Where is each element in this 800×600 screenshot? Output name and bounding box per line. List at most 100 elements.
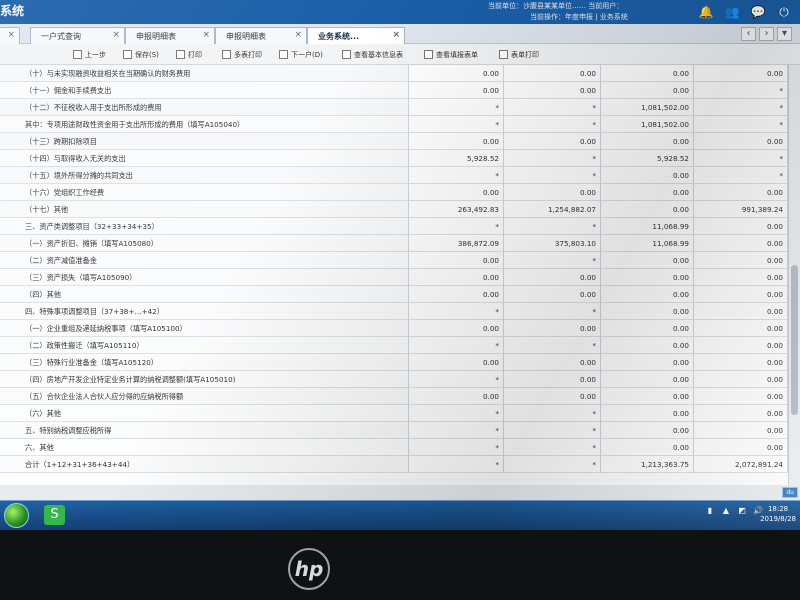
close-icon[interactable]: ×: [112, 30, 120, 40]
power-icon[interactable]: ⏻: [776, 4, 792, 20]
cell-c4[interactable]: 0.00: [694, 269, 788, 286]
multi-print-button[interactable]: 多表打印: [222, 47, 262, 62]
cell-c3[interactable]: 1,081,502.00: [601, 116, 694, 133]
battery-icon[interactable]: ▮: [704, 505, 716, 517]
cell-c4[interactable]: 0.00: [694, 252, 788, 269]
cell-c4[interactable]: *: [694, 116, 788, 133]
cell-c1[interactable]: 0.00: [409, 252, 504, 269]
cell-c2[interactable]: *: [504, 252, 601, 269]
cell-c4[interactable]: 0.00: [694, 371, 788, 388]
cell-c4[interactable]: 0.00: [694, 405, 788, 422]
cell-c3[interactable]: 0.00: [601, 371, 694, 388]
tab-business-system[interactable]: 业务系统... ×: [307, 27, 405, 44]
cell-c2[interactable]: *: [504, 303, 601, 320]
cell-c1[interactable]: *: [409, 167, 504, 184]
cell-c4[interactable]: 0.00: [694, 337, 788, 354]
cell-c3[interactable]: 0.00: [601, 439, 694, 456]
previous-step-button[interactable]: 上一步: [73, 47, 106, 62]
cell-c3[interactable]: 0.00: [601, 82, 694, 99]
cell-c3[interactable]: 11,068.99: [601, 235, 694, 252]
print-button[interactable]: 打印: [176, 47, 202, 62]
cell-c2[interactable]: *: [504, 218, 601, 235]
cell-c1[interactable]: *: [409, 99, 504, 116]
cell-c3[interactable]: 0.00: [601, 388, 694, 405]
cell-c2[interactable]: 0.00: [504, 184, 601, 201]
cell-c2[interactable]: 0.00: [504, 354, 601, 371]
cell-c2[interactable]: *: [504, 337, 601, 354]
network-icon[interactable]: ◩: [736, 505, 748, 517]
cell-c3[interactable]: 0.00: [601, 286, 694, 303]
cell-c3[interactable]: 1,213,363.75: [601, 456, 694, 473]
cell-c4[interactable]: 0.00: [694, 235, 788, 252]
cell-c3[interactable]: 0.00: [601, 320, 694, 337]
tab-partial[interactable]: ×: [0, 27, 20, 44]
cell-c3[interactable]: 11,068.99: [601, 218, 694, 235]
tab-household-query[interactable]: 一户式查询 ×: [30, 27, 125, 44]
cell-c1[interactable]: *: [409, 337, 504, 354]
cell-c2[interactable]: *: [504, 422, 601, 439]
view-form-button[interactable]: 查看填报表单: [424, 47, 478, 62]
cell-c4[interactable]: 0.00: [694, 303, 788, 320]
cell-c2[interactable]: *: [504, 167, 601, 184]
cell-c3[interactable]: 0.00: [601, 405, 694, 422]
next-household-button[interactable]: 下一户(D): [279, 47, 323, 62]
cell-c4[interactable]: 0.00: [694, 388, 788, 405]
cell-c2[interactable]: *: [504, 456, 601, 473]
bell-icon[interactable]: 🔔: [698, 4, 714, 20]
cell-c3[interactable]: 0.00: [601, 269, 694, 286]
cell-c4[interactable]: 0.00: [694, 422, 788, 439]
cell-c4[interactable]: 991,389.24: [694, 201, 788, 218]
cell-c2[interactable]: *: [504, 405, 601, 422]
start-button[interactable]: [4, 503, 29, 528]
view-basic-info-button[interactable]: 查看基本信息表: [342, 47, 403, 62]
taskbar-clock[interactable]: 18:28 2019/8/28: [760, 504, 796, 524]
cell-c1[interactable]: 0.00: [409, 82, 504, 99]
cell-c1[interactable]: *: [409, 218, 504, 235]
cell-c4[interactable]: 0.00: [694, 133, 788, 150]
cell-c3[interactable]: 0.00: [601, 184, 694, 201]
cell-c1[interactable]: *: [409, 303, 504, 320]
cell-c2[interactable]: *: [504, 99, 601, 116]
close-icon[interactable]: ×: [392, 30, 400, 40]
cell-c4[interactable]: *: [694, 167, 788, 184]
more-tabs-icon[interactable]: ▾: [777, 27, 792, 41]
close-icon[interactable]: ×: [202, 30, 210, 40]
tab-declaration-detail-2[interactable]: 申报明细表 ×: [215, 27, 307, 44]
cell-c2[interactable]: 0.00: [504, 388, 601, 405]
cell-c2[interactable]: 1,254,882.07: [504, 201, 601, 218]
cell-c2[interactable]: *: [504, 150, 601, 167]
message-icon[interactable]: 💬: [750, 4, 766, 20]
cell-c2[interactable]: 375,803.10: [504, 235, 601, 252]
cell-c3[interactable]: 0.00: [601, 201, 694, 218]
cell-c1[interactable]: 0.00: [409, 286, 504, 303]
cell-c1[interactable]: 0.00: [409, 65, 504, 82]
cell-c1[interactable]: 263,492.83: [409, 201, 504, 218]
cell-c1[interactable]: *: [409, 405, 504, 422]
cell-c1[interactable]: 0.00: [409, 388, 504, 405]
cell-c2[interactable]: 0.00: [504, 65, 601, 82]
cell-c4[interactable]: *: [694, 82, 788, 99]
cell-c1[interactable]: 0.00: [409, 354, 504, 371]
cell-c2[interactable]: 0.00: [504, 269, 601, 286]
cell-c3[interactable]: 0.00: [601, 133, 694, 150]
chevron-left-icon[interactable]: ‹: [741, 27, 756, 41]
cell-c2[interactable]: 0.00: [504, 286, 601, 303]
arrow-up-icon[interactable]: ▲: [720, 505, 732, 517]
cell-c2[interactable]: *: [504, 116, 601, 133]
cell-c1[interactable]: *: [409, 116, 504, 133]
close-icon[interactable]: ×: [7, 30, 15, 40]
cell-c4[interactable]: 0.00: [694, 439, 788, 456]
scrollbar-thumb[interactable]: [791, 265, 798, 415]
cell-c3[interactable]: 0.00: [601, 303, 694, 320]
cell-c1[interactable]: *: [409, 439, 504, 456]
cell-c1[interactable]: *: [409, 422, 504, 439]
cell-c2[interactable]: 0.00: [504, 320, 601, 337]
cell-c3[interactable]: 0.00: [601, 422, 694, 439]
cell-c3[interactable]: 0.00: [601, 252, 694, 269]
cell-c2[interactable]: *: [504, 439, 601, 456]
cell-c4[interactable]: 0.00: [694, 218, 788, 235]
chevron-right-icon[interactable]: ›: [759, 27, 774, 41]
cell-c2[interactable]: 0.00: [504, 82, 601, 99]
cell-c4[interactable]: 0.00: [694, 184, 788, 201]
cell-c4[interactable]: 0.00: [694, 354, 788, 371]
